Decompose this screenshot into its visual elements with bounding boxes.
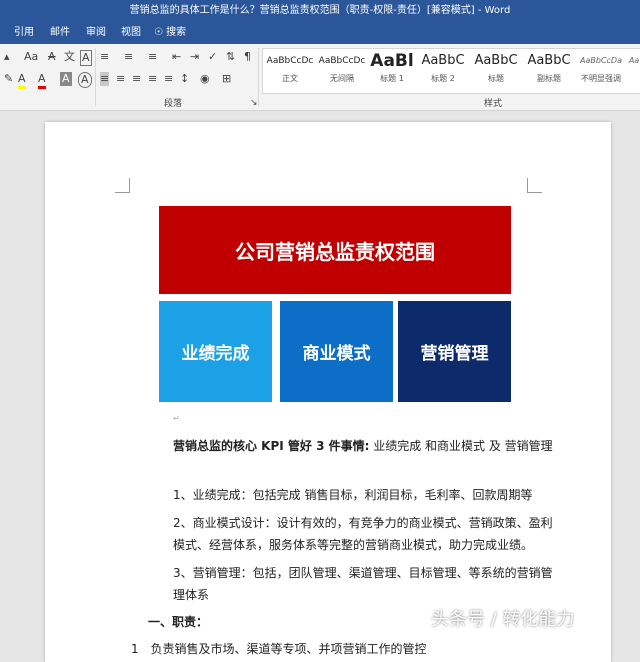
char-shading-button[interactable]: A [60,72,72,86]
highlight-color-button[interactable]: A [18,72,26,89]
kpi-text: 业绩完成 和商业模式 及 营销管理 [369,439,553,453]
diagram-box-business-model: 商业模式 [280,301,393,402]
lightbulb-icon: ☉ [154,27,163,38]
style-heading-1[interactable]: AaBl 标题 1 [369,49,415,93]
phonetic-guide-button[interactable]: 文 [64,50,75,64]
style-preview: Aa [628,56,640,65]
style-preview: AaBbC [527,53,571,68]
diagram-box-text: 商业模式 [302,344,371,364]
chinese-layout-icon[interactable]: ✓ [208,50,217,64]
item-1-text: 1、业绩完成：包括完成 销售目标，利润目标，毛利率、回款周期等 [173,488,533,502]
document-page[interactable]: 公司营销总监责权范围 业绩完成 商业模式 营销管理 ↵ 营销总监的核心 KPI … [45,122,611,662]
document-area: 公司营销总监责权范围 业绩完成 商业模式 营销管理 ↵ 营销总监的核心 KPI … [0,111,640,662]
style-subtitle[interactable]: AaBbC 副标题 [523,49,575,93]
text-effects-icon[interactable]: ✎ [4,72,13,86]
style-preview: AaBbCcDc [266,56,314,66]
style-normal[interactable]: AaBbCcDc 正文 [265,49,315,93]
style-subtle-emphasis[interactable]: AaBbCcDa 不明显强调 [576,49,626,93]
style-preview: AaBbC [474,53,518,68]
show-marks-icon[interactable]: ¶ [244,50,251,64]
numbering-icon[interactable]: ≡ [124,50,133,64]
list-item: 1 负责销售及市场、渠道等专项、并项营销工作的管控 [131,638,551,660]
char-border-button[interactable]: A [80,50,92,66]
style-name: 标题 2 [431,74,455,83]
kpi-bold-text: 营销总监的核心 KPI 管好 3 件事情: [173,439,370,453]
shading-icon[interactable]: ◉ [200,72,210,86]
kpi-paragraph: 营销总监的核心 KPI 管好 3 件事情: 业绩完成 和商业模式 及 营销管理 [148,435,553,457]
sort-icon[interactable]: ⇅ [226,50,235,64]
item-2-paragraph: 2、商业模式设计：设计有效的，有竞争力的商业模式、营销政策、盈利模式、经营体系，… [148,512,553,556]
enclose-char-button[interactable]: A [78,72,92,88]
title-bar: 营销总监的具体工作是什么？营销总监责权范围（职责-权限-责任）[兼容模式] - … [0,0,640,22]
diagram-top-text: 公司营销总监责权范围 [235,239,435,264]
diagram-box-marketing-management: 营销管理 [398,301,511,402]
tab-references[interactable]: 引用 [14,22,34,44]
bullets-icon[interactable]: ≡ [100,50,109,64]
item-1-paragraph: 1、业绩完成：包括完成 销售目标，利润目标，毛利率、回款周期等 [148,484,553,506]
tab-view[interactable]: 视图 [121,22,141,44]
styles-group-label: 样式 [484,99,503,109]
margin-mark [115,178,130,193]
watermark: 头条号 / 转化能力 [431,609,575,630]
duties-heading-text: 一、职责： [148,615,209,629]
styles-gallery: AaBbCcDc 正文 AaBbCcDc 无间隔 AaBl 标题 1 AaBbC… [262,48,640,94]
style-no-spacing[interactable]: AaBbCcDc 无间隔 [317,49,367,93]
diagram-box-text: 业绩完成 [181,344,250,364]
item-3-text: 3、营销管理：包括，团队管理、渠道管理、目标管理、等系统的营销管理体系 [173,566,553,602]
align-left-icon[interactable]: ≡ [100,72,110,86]
style-title[interactable]: AaBbC 标题 [470,49,522,93]
search-box[interactable]: ☉ 搜索 [154,22,186,44]
ribbon: ▴ Aa A 文 A ✎ A A A A ≡ ≡ ≡ ⇤ ⇥ ✓ ⇅ ¶ ≡ ≡… [0,44,640,111]
group-separator [258,48,259,106]
style-preview: AaBl [370,51,414,71]
item-3-paragraph: 3、营销管理：包括，团队管理、渠道管理、目标管理、等系统的营销管理体系 [148,562,553,606]
style-preview: AaBbCcDa [580,56,622,65]
diagram-box-text: 营销管理 [420,344,489,364]
increase-indent-icon[interactable]: ⇥ [190,50,199,64]
margin-mark [527,178,542,193]
borders-icon[interactable]: ⊞ [222,72,231,86]
style-more[interactable]: Aa [628,49,640,93]
diagram-top-box: 公司营销总监责权范围 [159,206,511,294]
clear-format-button[interactable]: A [48,50,56,64]
paragraph-mark: ↵ [173,414,180,423]
list-number: 1 [131,642,139,656]
distributed-icon[interactable]: ≡ [164,72,173,86]
window-title: 营销总监的具体工作是什么？营销总监责权范围（职责-权限-责任）[兼容模式] - … [129,5,511,16]
font-color-button[interactable]: A [38,72,46,89]
align-right-icon[interactable]: ≡ [132,72,141,86]
multilevel-list-icon[interactable]: ≡ [148,50,157,64]
style-name: 不明显强调 [581,74,621,83]
style-name: 无间隔 [330,74,354,83]
align-center-icon[interactable]: ≡ [116,72,125,86]
font-size-increase-icon[interactable]: ▴ [4,50,10,64]
decrease-indent-icon[interactable]: ⇤ [172,50,181,64]
diagram-box-performance: 业绩完成 [159,301,272,402]
change-case-button[interactable]: Aa [24,50,38,64]
style-preview: AaBbC [421,53,465,68]
style-name: 标题 [488,74,504,83]
style-name: 标题 1 [380,74,404,83]
style-preview: AaBbCcDc [318,56,366,66]
search-label: 搜索 [166,27,187,38]
tab-mailings[interactable]: 邮件 [50,22,70,44]
list-item-text: 负责销售及市场、渠道等专项、并项营销工作的管控 [150,642,427,656]
paragraph-launcher-icon[interactable]: ↘ [250,96,258,110]
justify-icon[interactable]: ≡ [148,72,157,86]
ribbon-tabs: 引用 邮件 审阅 视图 ☉ 搜索 [0,22,640,44]
tab-review[interactable]: 审阅 [86,22,106,44]
paragraph-group-label: 段落 [164,99,183,109]
style-name: 正文 [282,74,298,83]
line-spacing-icon[interactable]: ↕ [180,72,189,86]
item-2-text: 2、商业模式设计：设计有效的，有竞争力的商业模式、营销政策、盈利模式、经营体系，… [173,516,553,552]
style-name: 副标题 [537,74,561,83]
style-heading-2[interactable]: AaBbC 标题 2 [417,49,469,93]
group-separator [95,48,96,106]
